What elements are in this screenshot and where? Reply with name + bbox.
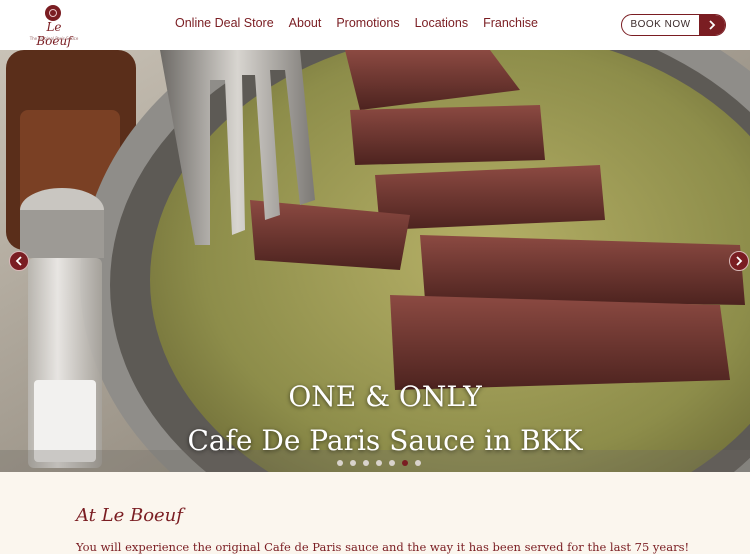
about-text: You will experience the original Cafe de… (76, 540, 690, 554)
hero-heading: ONE & ONLY (288, 380, 482, 413)
brand-tagline: The Original Paris Sauce (29, 36, 79, 41)
brand-name: Le Boeuf (36, 20, 72, 48)
nav-item-online-deal-store[interactable]: Online Deal Store (175, 16, 274, 30)
slider-dot[interactable] (337, 460, 343, 466)
slider-dot[interactable] (415, 460, 421, 466)
nav-item-franchise[interactable]: Franchise (483, 16, 538, 30)
nav-item-locations[interactable]: Locations (415, 16, 469, 30)
slider-dot[interactable] (402, 460, 408, 466)
slider-dot[interactable] (363, 460, 369, 466)
book-now-label: BOOK NOW (630, 19, 691, 30)
slider-dot[interactable] (350, 460, 356, 466)
about-heading: At Le Boeuf (76, 505, 183, 526)
slider-prev-button[interactable] (9, 251, 29, 271)
slider-dot[interactable] (376, 460, 382, 466)
slider-dot[interactable] (389, 460, 395, 466)
brand-logo[interactable]: Le Boeuf The Original Paris Sauce (28, 5, 80, 48)
chevron-left-icon (15, 256, 22, 266)
book-now-button[interactable]: BOOK NOW (621, 14, 726, 36)
slider-pagination (337, 460, 421, 466)
site-header: Le Boeuf The Original Paris Sauce Online… (0, 0, 750, 50)
chevron-right-icon (736, 256, 743, 266)
nav-item-promotions[interactable]: Promotions (336, 16, 399, 30)
main-nav: Online Deal Store About Promotions Locat… (175, 16, 538, 30)
chevron-right-icon (699, 15, 725, 35)
hero-subheading: Cafe De Paris Sauce in BKK (187, 424, 583, 457)
slider-next-button[interactable] (729, 251, 749, 271)
hero-slider: ONE & ONLY Cafe De Paris Sauce in BKK (0, 50, 750, 472)
logo-emblem-icon (45, 5, 61, 21)
nav-item-about[interactable]: About (289, 16, 322, 30)
